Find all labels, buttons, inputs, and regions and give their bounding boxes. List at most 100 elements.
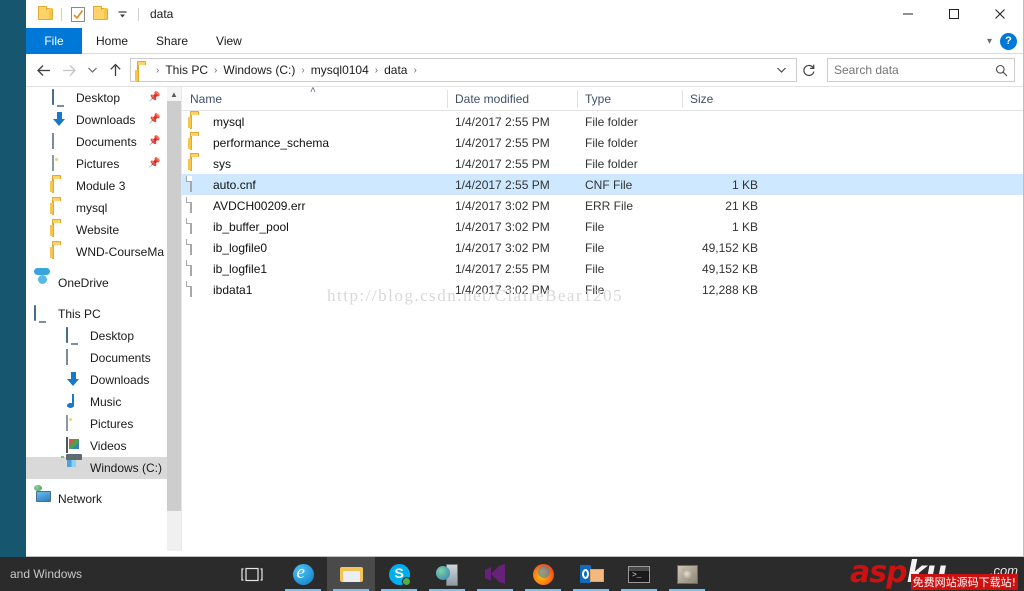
column-header-date-modified[interactable]: Date modified bbox=[447, 87, 577, 111]
file-list-pane: Name Date modified Type Size ˄ mysql 1/4… bbox=[182, 85, 1023, 551]
search-icon[interactable] bbox=[995, 64, 1008, 77]
breadcrumb-dropdown-chevron-down-icon[interactable] bbox=[770, 58, 792, 82]
sidebar-item-mysql[interactable]: mysql bbox=[26, 197, 167, 219]
table-row[interactable]: AVDCH00209.err 1/4/2017 3:02 PM ERR File… bbox=[182, 195, 1023, 216]
file-list: mysql 1/4/2017 2:55 PM File folder perfo… bbox=[182, 111, 1023, 300]
sidebar-item-music[interactable]: Music bbox=[26, 391, 167, 413]
table-row[interactable]: ib_logfile0 1/4/2017 3:02 PM File 49,152… bbox=[182, 237, 1023, 258]
file-name-label: ib_logfile0 bbox=[213, 240, 268, 255]
file-name-cell: ib_logfile0 bbox=[182, 237, 447, 258]
file-name-cell: performance_schema bbox=[182, 132, 447, 153]
taskbar-item-file-explorer[interactable] bbox=[327, 557, 375, 591]
table-row[interactable]: ib_buffer_pool 1/4/2017 3:02 PM File 1 K… bbox=[182, 216, 1023, 237]
properties-icon[interactable] bbox=[67, 3, 89, 25]
scrollbar-thumb[interactable] bbox=[167, 101, 181, 511]
file-icon bbox=[190, 196, 204, 214]
taskbar-item-edge[interactable] bbox=[279, 557, 327, 591]
breadcrumb-item-this-pc[interactable]: This PC bbox=[160, 63, 213, 77]
table-row[interactable]: auto.cnf 1/4/2017 2:55 PM CNF File 1 KB bbox=[182, 174, 1023, 195]
taskbar-item-skype[interactable] bbox=[375, 557, 423, 591]
sidebar-item-network[interactable]: Network bbox=[26, 488, 167, 510]
file-date-cell: 1/4/2017 3:02 PM bbox=[455, 198, 550, 213]
file-size-cell: 12,288 KB bbox=[701, 282, 758, 297]
drive-icon bbox=[61, 456, 83, 476]
up-button[interactable] bbox=[102, 57, 128, 83]
sidebar-item-documents-quick[interactable]: Documents 📌 bbox=[26, 131, 167, 153]
taskbar-item-firefox[interactable] bbox=[519, 557, 567, 591]
sidebar-item-downloads[interactable]: Downloads bbox=[26, 369, 167, 391]
taskbar-item-outlook[interactable] bbox=[567, 557, 615, 591]
column-header-size[interactable]: Size bbox=[682, 87, 764, 111]
sidebar-item-windows-c[interactable]: Windows (C:) bbox=[26, 456, 167, 479]
sidebar-item-module-3[interactable]: Module 3 bbox=[26, 175, 167, 197]
table-row[interactable]: performance_schema 1/4/2017 2:55 PM File… bbox=[182, 132, 1023, 153]
sidebar-item-desktop-quick[interactable]: Desktop 📌 bbox=[26, 87, 167, 109]
new-folder-icon[interactable] bbox=[89, 3, 111, 25]
breadcrumb-item-windows-c[interactable]: Windows (C:) bbox=[218, 63, 300, 77]
file-date-cell: 1/4/2017 2:55 PM bbox=[455, 135, 550, 150]
forward-arrow-icon bbox=[62, 64, 76, 76]
table-row[interactable]: mysql 1/4/2017 2:55 PM File folder bbox=[182, 111, 1023, 132]
sidebar-item-this-pc[interactable]: This PC bbox=[26, 303, 167, 325]
minimize-button[interactable] bbox=[885, 0, 931, 28]
pin-icon[interactable]: 📌 bbox=[148, 114, 160, 125]
taskbar-item-command-prompt[interactable] bbox=[615, 557, 663, 591]
sidebar-item-wnd-coursema[interactable]: WND-CourseMa bbox=[26, 241, 167, 263]
sidebar-item-onedrive[interactable]: OneDrive bbox=[26, 272, 167, 294]
sidebar-item-desktop[interactable]: Desktop bbox=[26, 325, 167, 347]
document-icon bbox=[66, 349, 83, 366]
back-button[interactable] bbox=[30, 57, 56, 83]
pin-icon[interactable]: 📌 bbox=[148, 158, 160, 169]
folder-icon bbox=[52, 177, 69, 194]
forward-button[interactable] bbox=[56, 57, 82, 83]
close-button[interactable] bbox=[977, 0, 1023, 28]
pin-icon[interactable]: 📌 bbox=[148, 136, 160, 147]
search-box[interactable] bbox=[827, 58, 1015, 82]
sidebar-item-label: Pictures bbox=[90, 417, 134, 431]
breadcrumb-item-mysql0104[interactable]: mysql0104 bbox=[306, 63, 374, 77]
file-name-label: mysql bbox=[213, 114, 245, 129]
table-row[interactable]: ib_logfile1 1/4/2017 2:55 PM File 49,152… bbox=[182, 258, 1023, 279]
table-row[interactable]: ibdata1 1/4/2017 3:02 PM File 12,288 KB bbox=[182, 279, 1023, 300]
navigation-scrollbar[interactable]: ▲ bbox=[167, 87, 181, 551]
sidebar-item-downloads-quick[interactable]: Downloads 📌 bbox=[26, 109, 167, 131]
recent-locations-button[interactable] bbox=[82, 57, 102, 83]
refresh-icon bbox=[803, 64, 815, 76]
breadcrumb[interactable]: › This PC › Windows (C:) › mysql0104 › d… bbox=[130, 58, 797, 82]
column-header-type[interactable]: Type bbox=[577, 87, 682, 111]
sidebar-item-label: Desktop bbox=[76, 91, 121, 105]
tab-view[interactable]: View bbox=[202, 28, 256, 54]
taskbar-item-visual-studio[interactable] bbox=[471, 557, 519, 591]
sidebar-item-pictures-quick[interactable]: Pictures 📌 bbox=[26, 153, 167, 175]
picture-icon bbox=[52, 155, 69, 172]
sidebar-item-pictures[interactable]: Pictures bbox=[26, 413, 167, 435]
ribbon-collapse-chevron-down-icon[interactable]: ▾ bbox=[987, 36, 992, 47]
file-explorer-icon bbox=[339, 565, 363, 583]
refresh-button[interactable] bbox=[797, 58, 821, 82]
skype-icon bbox=[388, 563, 411, 586]
qat-divider bbox=[61, 7, 62, 21]
folder-icon[interactable] bbox=[34, 3, 56, 25]
sidebar-item-documents[interactable]: Documents bbox=[26, 347, 167, 369]
task-view-icon[interactable] bbox=[230, 557, 274, 591]
tab-home[interactable]: Home bbox=[82, 28, 142, 54]
up-arrow-icon bbox=[109, 63, 121, 76]
file-type-cell: File bbox=[585, 240, 605, 255]
breadcrumb-item-data[interactable]: data bbox=[379, 63, 412, 77]
maximize-button[interactable] bbox=[931, 0, 977, 28]
task-view-glyph bbox=[241, 567, 263, 581]
qat-chevron-down-icon[interactable] bbox=[111, 3, 133, 25]
file-name-label: AVDCH00209.err bbox=[213, 198, 306, 213]
pin-icon[interactable]: 📌 bbox=[148, 92, 160, 103]
tab-file[interactable]: File bbox=[26, 28, 82, 54]
search-input[interactable] bbox=[834, 63, 995, 77]
sidebar-item-videos[interactable]: Videos bbox=[26, 435, 167, 457]
taskbar-item-server-manager[interactable] bbox=[423, 557, 471, 591]
tab-share[interactable]: Share bbox=[142, 28, 202, 54]
sidebar-item-website[interactable]: Website bbox=[26, 219, 167, 241]
taskbar-item-paint[interactable] bbox=[663, 557, 711, 591]
table-row[interactable]: sys 1/4/2017 2:55 PM File folder bbox=[182, 153, 1023, 174]
scroll-up-arrow-icon[interactable]: ▲ bbox=[167, 87, 181, 101]
window-controls bbox=[885, 0, 1023, 28]
help-button[interactable]: ? bbox=[1000, 32, 1017, 50]
